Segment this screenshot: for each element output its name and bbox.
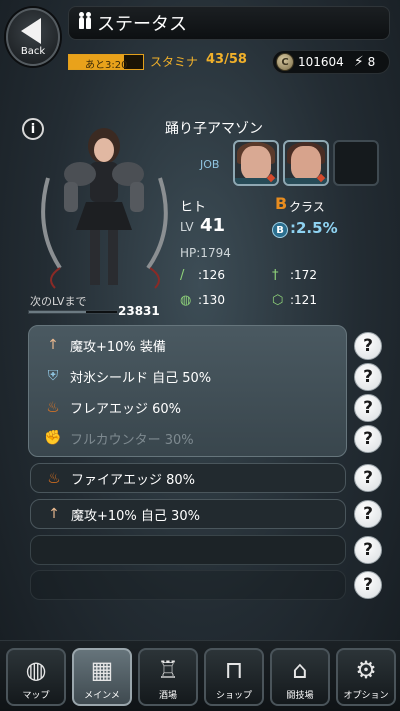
sword-icon: /	[180, 268, 185, 283]
help-button[interactable]: ?	[354, 536, 382, 564]
gears-icon: ⚙	[355, 656, 377, 684]
flame-icon: ♨	[46, 398, 60, 416]
help-button[interactable]: ?	[354, 571, 382, 599]
coin-icon: C	[276, 53, 294, 71]
attack-value: :126	[198, 268, 225, 282]
nav-label: ショップ	[215, 691, 252, 701]
stamina-label: スタミナ	[150, 55, 199, 69]
shopping-bag-icon: ⊓	[224, 656, 244, 684]
coin-count: 101604	[298, 55, 344, 69]
nav-label: 闘技場	[286, 691, 314, 701]
help-button[interactable]: ?	[354, 500, 382, 528]
defense-value: :130	[198, 293, 225, 307]
empty-skill-slot[interactable]	[30, 535, 346, 565]
b-badge-icon: B	[272, 222, 288, 238]
stat-magic-attack: † :172	[272, 268, 317, 283]
nav-map-button[interactable]: ◍ マップ	[6, 648, 66, 706]
character-artwork	[41, 128, 168, 289]
job-slot-2[interactable]	[283, 140, 329, 186]
stamina-bar: あと3:20	[68, 54, 144, 71]
magic-up-icon: ↑	[48, 506, 60, 522]
skill-label: ファイアエッジ 80%	[71, 472, 196, 488]
nav-options-button[interactable]: ⚙ オプション	[336, 648, 396, 706]
skill-row[interactable]: ⛨ 対氷シールド 自己 50%	[30, 361, 346, 391]
skill-label: フルカウンター 30%	[70, 432, 194, 448]
skill-label: フレアエッジ 60%	[70, 401, 182, 417]
nav-arena-button[interactable]: ⌂ 闘技場	[270, 648, 330, 706]
back-button[interactable]: Back	[6, 8, 60, 66]
back-label: Back	[20, 45, 46, 57]
job-slot-empty[interactable]	[333, 140, 379, 186]
energy-count: 8	[367, 55, 376, 69]
hp-value: HP:1794	[180, 246, 231, 260]
job-label: JOB	[200, 158, 220, 171]
race-label: ヒト	[180, 200, 207, 215]
stat-defense: ◍ :130	[180, 293, 225, 308]
ice-shield-icon: ⛨	[47, 368, 59, 384]
skill-row[interactable]: ↑ 魔攻+10% 装備	[30, 330, 346, 360]
level-label: LV	[180, 220, 194, 234]
nav-tavern-button[interactable]: ♖ 酒場	[138, 648, 198, 706]
back-arrow-icon	[21, 17, 41, 44]
grid-icon: ▦	[90, 656, 114, 684]
stat-attack: / :126	[180, 268, 225, 283]
skill-label: 対氷シールド 自己 50%	[70, 370, 212, 386]
title-bar: ステータス	[68, 6, 390, 40]
nav-label: メインメ	[84, 691, 120, 701]
people-icon	[79, 12, 91, 29]
colosseum-icon: ⌂	[292, 656, 308, 684]
nav-shop-button[interactable]: ⊓ ショップ	[204, 648, 264, 706]
stamina-value: 43/58	[206, 52, 247, 67]
skill-row[interactable]: ✊ フルカウンター 30%	[30, 423, 346, 453]
skill-row[interactable]: ♨ フレアエッジ 60%	[30, 392, 346, 422]
nav-menu-button[interactable]: ▦ メインメ	[72, 648, 132, 706]
level-value: 41	[200, 215, 226, 236]
shield-icon: ◍	[180, 293, 192, 308]
next-level-label: 次のLVまで	[30, 295, 87, 308]
skill-label: 魔攻+10% 装備	[70, 339, 166, 355]
help-button[interactable]: ?	[354, 332, 382, 360]
magic-up-icon: ↑	[47, 337, 59, 353]
help-button[interactable]: ?	[354, 464, 382, 492]
skill-row[interactable]: ♨ ファイアエッジ 80%	[30, 463, 346, 493]
magic-attack-value: :172	[290, 268, 317, 282]
nav-label: マップ	[22, 691, 50, 701]
help-button[interactable]: ?	[354, 425, 382, 453]
magic-defense-value: :121	[290, 293, 317, 307]
magic-shield-icon: ⬡	[272, 293, 284, 308]
stamina-timer: あと3:20	[85, 60, 128, 71]
help-button[interactable]: ?	[354, 363, 382, 391]
nav-label: オプション	[343, 691, 389, 701]
class-rank: B	[275, 194, 288, 213]
skill-label: 魔攻+10% 自己 30%	[71, 508, 200, 524]
b-rate-value: :2.5%	[290, 219, 338, 237]
globe-icon: ◍	[25, 656, 47, 684]
nav-label: 酒場	[158, 691, 177, 701]
fist-icon: ✊	[44, 430, 62, 446]
flame-icon: ♨	[47, 469, 61, 487]
next-level-value: 23831	[118, 304, 160, 318]
empty-skill-slot[interactable]	[30, 570, 346, 600]
character-name: 踊り子アマゾン	[165, 121, 263, 137]
next-level-bar-fill	[29, 311, 87, 313]
skill-row[interactable]: ↑ 魔攻+10% 自己 30%	[30, 499, 346, 529]
help-button[interactable]: ?	[354, 394, 382, 422]
class-label: クラス	[289, 200, 325, 214]
drink-icon: ♖	[157, 656, 179, 684]
lightning-icon: ⚡	[353, 54, 364, 70]
page-title: ステータス	[97, 14, 187, 35]
staff-icon: †	[272, 268, 279, 283]
job-slot-1[interactable]	[233, 140, 279, 186]
next-level-bar	[28, 310, 118, 314]
stat-magic-defense: ⬡ :121	[272, 293, 317, 308]
currency-display: C 101604 ⚡ 8	[272, 50, 390, 74]
